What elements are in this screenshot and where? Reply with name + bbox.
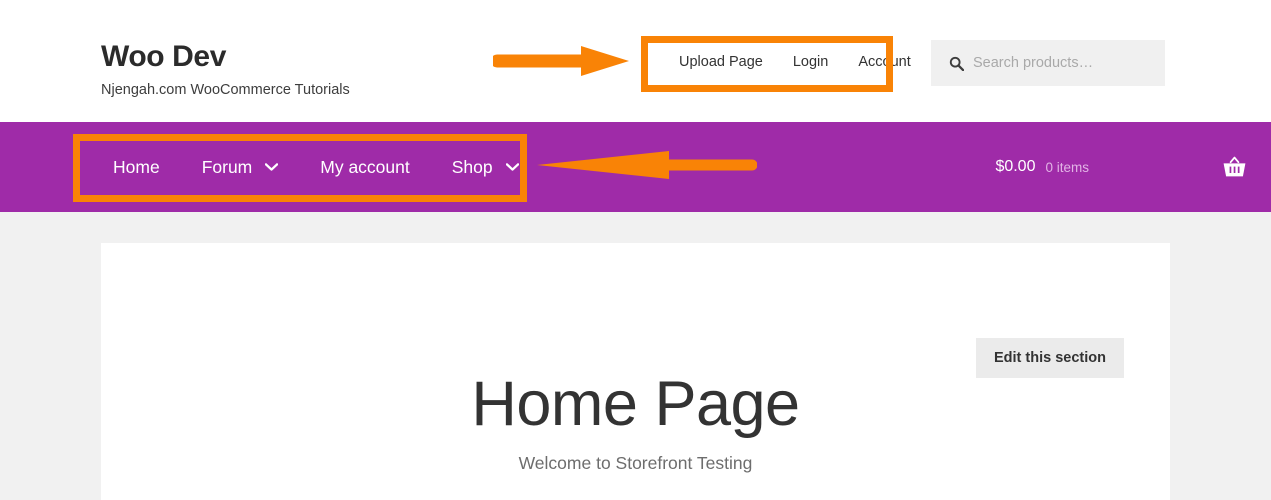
nav-item-my-account-label: My account — [320, 156, 410, 177]
nav-item-home[interactable]: Home — [92, 157, 181, 178]
site-branding[interactable]: Woo Dev Njengah.com WooCommerce Tutorial… — [101, 40, 350, 100]
secondary-navigation: Upload Page Login Account — [650, 44, 940, 80]
product-search-form[interactable] — [931, 40, 1165, 86]
main-content-card: Edit this section Home Page Welcome to S… — [101, 243, 1170, 500]
primary-navigation: Home Forum My account Shop — [92, 122, 540, 212]
chevron-down-icon — [265, 163, 279, 171]
chevron-down-icon — [505, 163, 519, 171]
nav-item-shop-label: Shop — [451, 156, 493, 177]
page-root: Woo Dev Njengah.com WooCommerce Tutorial… — [0, 0, 1271, 500]
search-icon — [949, 56, 964, 71]
cart-contents[interactable]: $0.00 0 items — [995, 122, 1247, 212]
cart-total: $0.00 — [995, 158, 1036, 175]
page-subtitle: Welcome to Storefront Testing — [518, 453, 753, 473]
nav-item-home-label: Home — [113, 156, 160, 177]
secondary-nav-item-account[interactable]: Account — [843, 44, 925, 80]
site-header: Woo Dev Njengah.com WooCommerce Tutorial… — [0, 0, 1271, 122]
site-title: Woo Dev — [101, 40, 226, 73]
nav-item-forum[interactable]: Forum — [181, 157, 300, 178]
page-title: Home Page — [471, 369, 800, 439]
secondary-nav-item-upload-page[interactable]: Upload Page — [664, 44, 778, 80]
nav-item-forum-label: Forum — [201, 156, 253, 177]
secondary-nav-item-login[interactable]: Login — [778, 44, 843, 80]
primary-navigation-bar: Home Forum My account Shop $0.00 0 items — [0, 122, 1271, 212]
site-tagline: Njengah.com WooCommerce Tutorials — [101, 82, 350, 98]
search-input[interactable] — [973, 55, 1153, 71]
nav-item-my-account[interactable]: My account — [299, 157, 430, 178]
cart-item-count: 0 items — [1045, 159, 1089, 175]
nav-item-shop[interactable]: Shop — [431, 157, 540, 178]
shopping-basket-icon[interactable] — [1222, 156, 1247, 178]
